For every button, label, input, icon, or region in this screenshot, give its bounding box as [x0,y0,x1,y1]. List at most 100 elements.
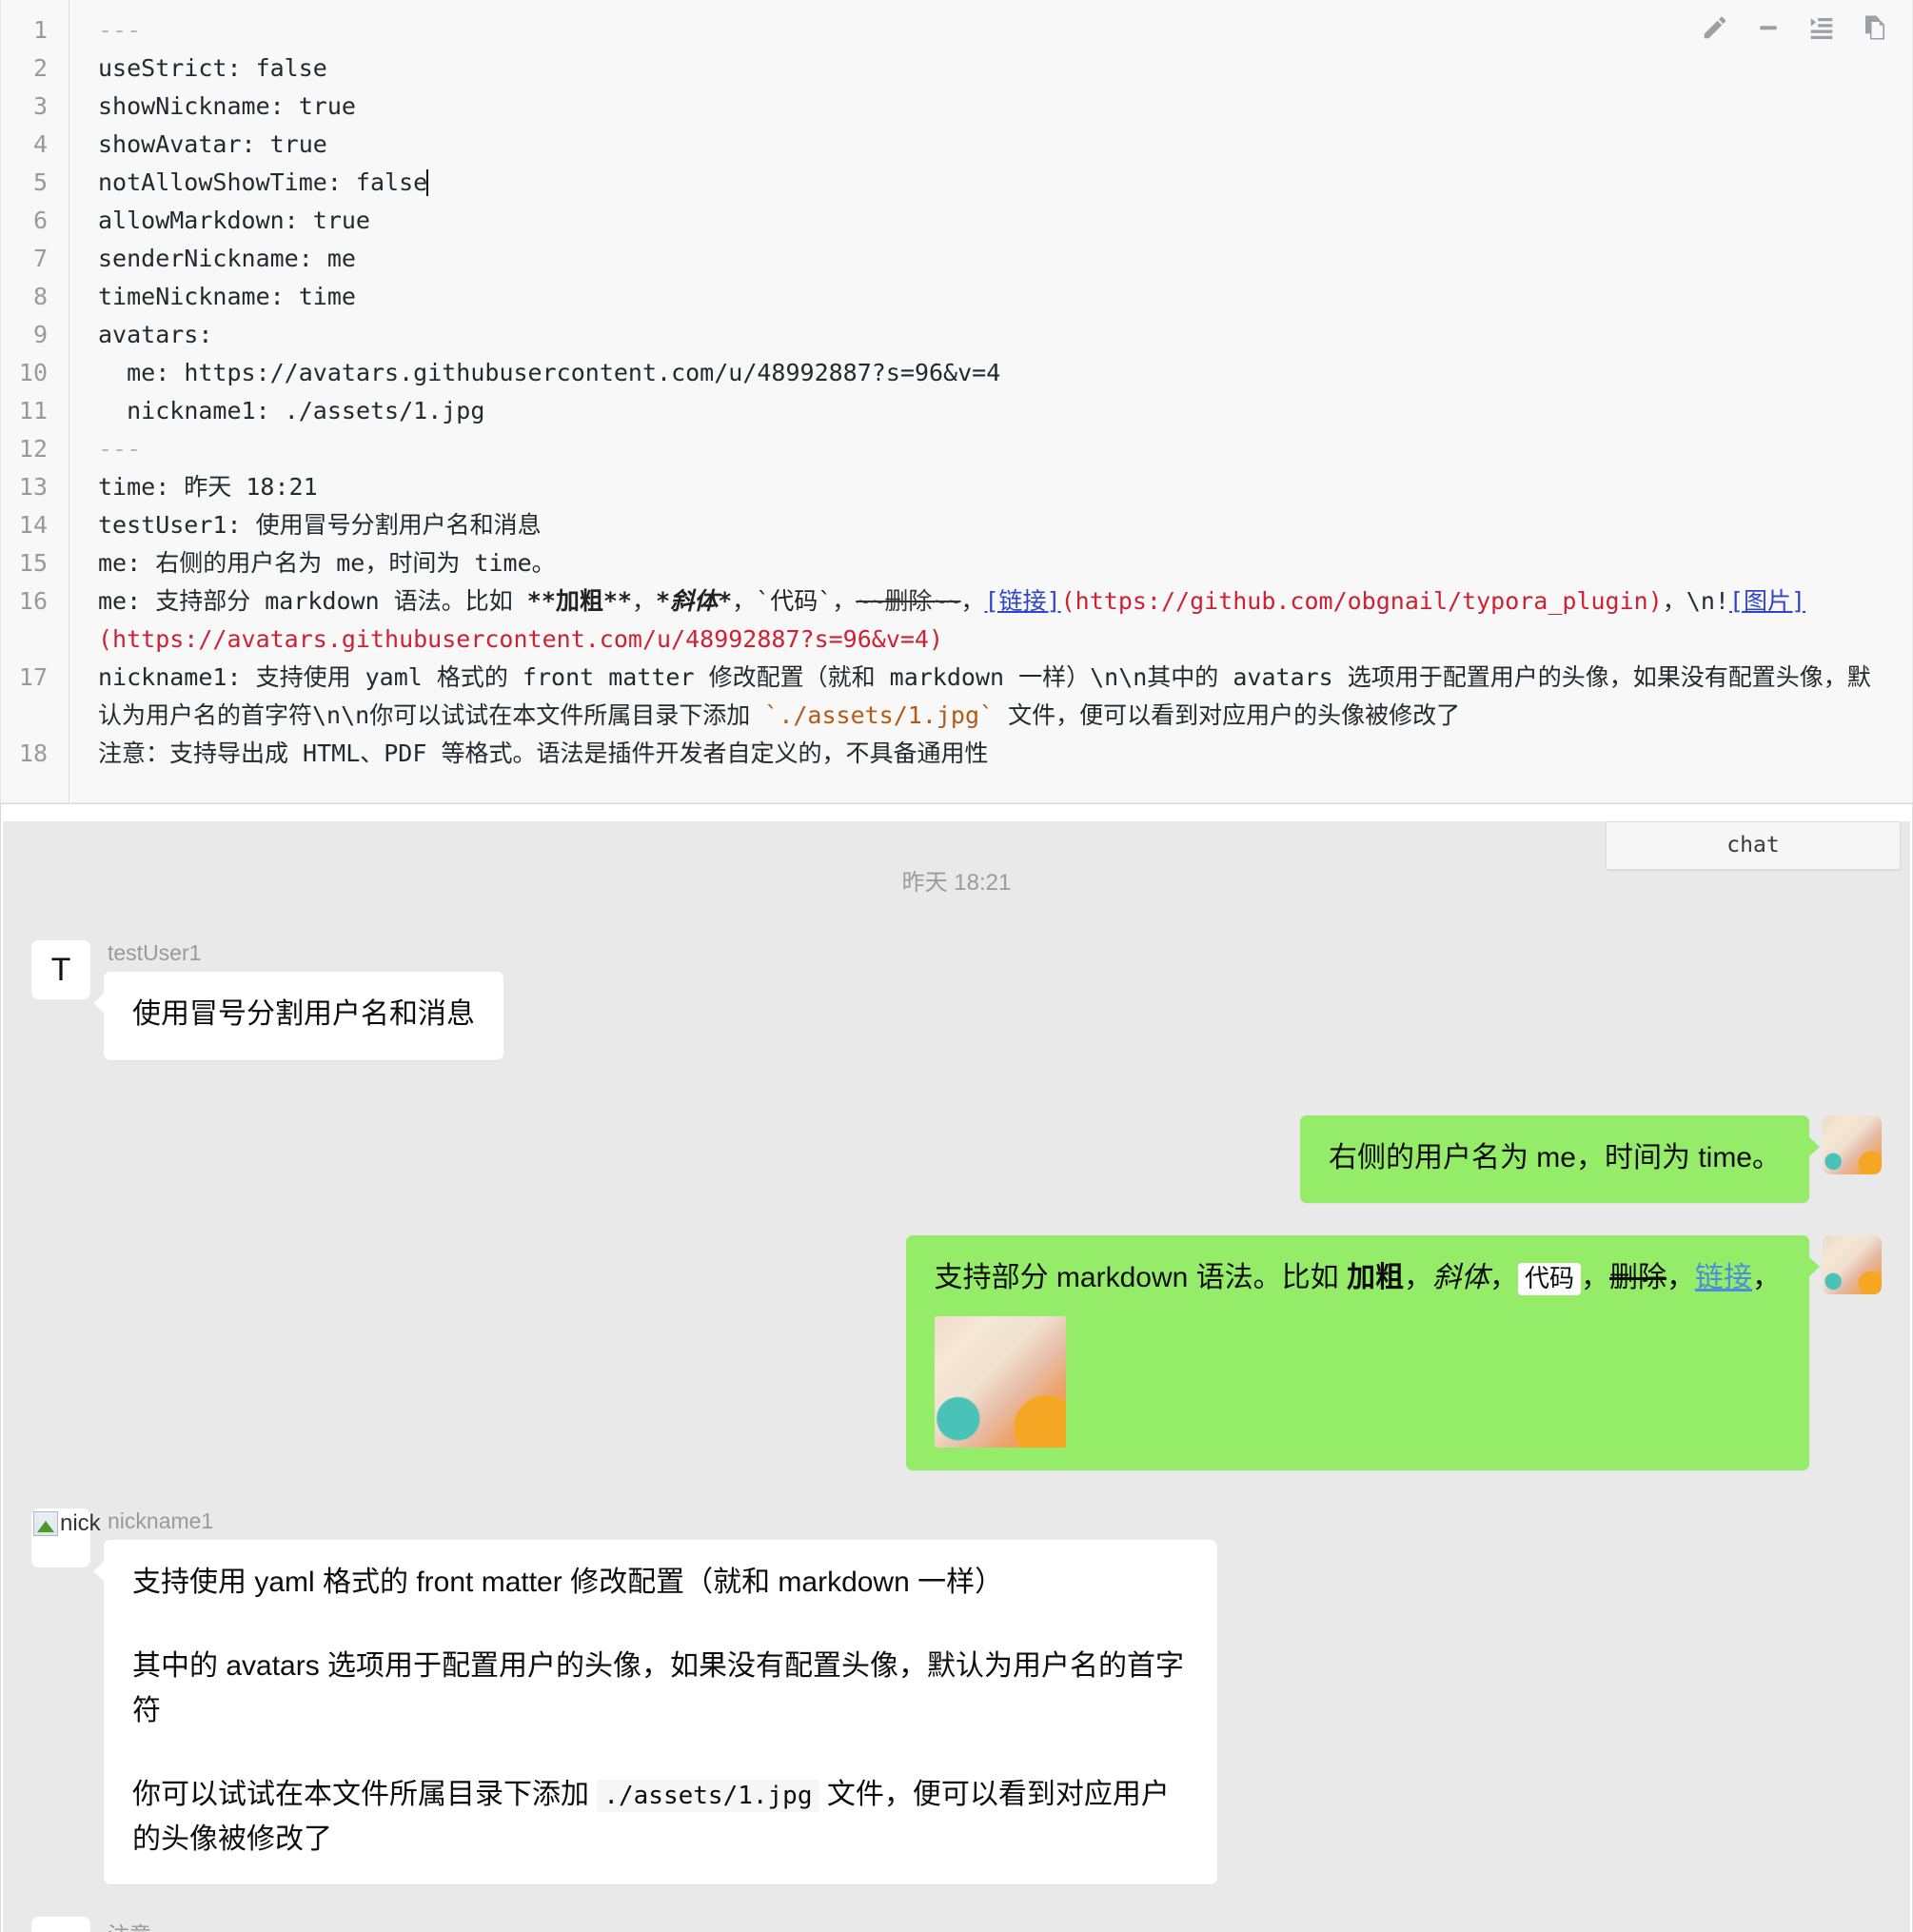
md-sep: ， [732,587,757,615]
line-content[interactable]: time: 昨天 18:21 [69,468,1912,506]
preview-tab-bar[interactable]: chat [1606,821,1901,870]
inline-code: ./assets/1.jpg [597,1780,819,1812]
md-link-text-token[interactable]: [链接] [985,587,1061,615]
avatar[interactable] [1823,1114,1882,1174]
md-italic-token: *斜体* [656,587,733,615]
code-line: 9 avatars: [1,316,1912,354]
avatar[interactable]: T [31,940,90,999]
line-number: 10 [18,359,48,386]
line-content[interactable]: useStrict: false [69,49,1912,88]
line-number: 16 [18,587,48,615]
code-line: 2 useStrict: false [1,49,1912,88]
md-sep: ， [960,587,985,615]
code-line: 13 time: 昨天 18:21 [1,468,1912,506]
inline-code: 代码 [1517,1263,1581,1295]
tab-chat[interactable]: chat [1606,821,1901,870]
code-line: 7 senderNickname: me [1,240,1912,278]
line-number: 12 [18,435,48,463]
chat-message: 右侧的用户名为 me，时间为 time。 [31,1114,1882,1203]
line-number: 8 [32,283,48,310]
line-content[interactable]: --- [69,430,1912,468]
line-number: 18 [18,739,48,767]
avatar[interactable] [1823,1235,1882,1294]
line-content[interactable]: --- [69,11,1912,49]
line-number: 14 [18,511,48,539]
line-content[interactable]: nickname1: ./assets/1.jpg [69,392,1912,430]
hyperlink[interactable]: 链接 [1695,1262,1752,1293]
line-content[interactable]: 注意：支持导出成 HTML、PDF 等格式。语法是插件开发者自定义的，不具备通用… [69,735,1912,773]
chat-message: 支持部分 markdown 语法。比如 加粗，斜体， 代码 ，删除，链接， [31,1235,1882,1470]
chat-timestamp: 昨天 18:21 [901,870,1012,896]
line-number: 1 [32,16,48,44]
md-prefix: me: 支持部分 markdown 语法。比如 [98,587,527,615]
line-content[interactable]: nickname1: 支持使用 yaml 格式的 front matter 修改… [69,659,1912,735]
message-bubble[interactable]: 使用冒号分割用户名和消息 [93,972,503,1060]
bubble-text: 支持部分 markdown 语法。比如 [934,1262,1347,1293]
code-line: 14 testUser1: 使用冒号分割用户名和消息 [1,506,1912,544]
separator: ， [1666,1262,1695,1293]
message-nickname: nickname1 [108,1508,214,1533]
bubble-paragraph: 其中的 avatars 选项用于配置用户的头像，如果没有配置头像，默认为用户名的… [132,1650,1185,1726]
italic-text: 斜体 [1431,1262,1489,1293]
message-body: 右侧的用户名为 me，时间为 time。 [1299,1114,1823,1203]
code-line: 1 --- [1,11,1912,49]
line-content[interactable]: showAvatar: true [69,126,1912,164]
message-nickname: 注意 [108,1917,1139,1932]
md-path-token: `./assets/1.jpg` [764,701,995,729]
message-bubble[interactable]: 右侧的用户名为 me，时间为 time。 [1299,1114,1821,1203]
separator: ， [1581,1262,1609,1293]
line-content[interactable]: notAllowShowTime: false [69,164,1912,202]
line-number: 2 [32,54,48,82]
line-content[interactable]: allowMarkdown: true [69,202,1912,240]
message-body: nickname1 支持使用 yaml 格式的 front matter 修改配… [90,1508,1217,1884]
separator: ， [1403,1262,1432,1293]
line-number: 7 [32,245,48,272]
chat-message: nick nickname1 支持使用 yaml 格式的 front matte… [31,1508,1882,1884]
line-number: 4 [32,130,48,158]
code-line: 12 --- [1,430,1912,468]
chat-preview-inner: chat 昨天 18:21 T testUser1 使用冒号分割用户名和消息 右… [3,821,1910,1932]
md-bold-token: **加粗** [526,587,632,615]
md-link-url-token: (https://github.com/obgnail/typora_plugi… [1060,587,1663,615]
avatar[interactable]: nick [31,1508,101,1567]
line-content[interactable]: testUser1: 使用冒号分割用户名和消息 [69,506,1912,544]
copy-icon[interactable] [1861,13,1889,42]
line-content[interactable]: me: 右侧的用户名为 me，时间为 time。 [69,544,1912,582]
avatar[interactable]: 注 [31,1917,90,1932]
code-line: 17 nickname1: 支持使用 yaml 格式的 front matter… [1,659,1912,735]
line-number: 13 [18,473,48,501]
code-block-toolbar[interactable] [1701,13,1889,42]
paragraph-text: 你可以试试在本文件所属目录下添加 [132,1779,598,1810]
message-bubble[interactable]: 支持部分 markdown 语法。比如 加粗，斜体， 代码 ，删除，链接， [905,1235,1821,1470]
broken-image-placeholder: nick [31,1508,101,1537]
line-content[interactable]: senderNickname: me [69,240,1912,278]
line-number: 11 [18,397,48,424]
code-lines-container[interactable]: 1 --- 2 useStrict: false 3 showNickname: tr… [1,0,1912,773]
message-body: 支持部分 markdown 语法。比如 加粗，斜体， 代码 ，删除，链接， [905,1235,1823,1470]
line-content[interactable]: showNickname: true [69,88,1912,126]
separator: ， [1752,1262,1781,1293]
line-content[interactable]: me: https://avatars.githubusercontent.co… [69,354,1912,392]
embedded-image[interactable] [934,1315,1066,1448]
line-content[interactable]: me: 支持部分 markdown 语法。比如 **加粗**，*斜体*，`代码`… [69,582,1912,659]
md-strikethrough-token: ~~删除~~ [856,587,961,615]
line-content[interactable]: avatars: [69,316,1912,354]
code-line: 18 注意：支持导出成 HTML、PDF 等格式。语法是插件开发者自定义的，不具备… [1,735,1912,773]
chat-message-list[interactable]: 昨天 18:21 T testUser1 使用冒号分割用户名和消息 右侧的用户名… [3,821,1910,1932]
chat-message: T testUser1 使用冒号分割用户名和消息 [31,940,1882,1060]
indent-list-icon[interactable] [1807,13,1836,42]
line-number: 5 [32,168,48,196]
md-image-text-token[interactable]: [图片] [1729,587,1805,615]
yaml-code-editor-pane[interactable]: 1 --- 2 useStrict: false 3 showNickname: tr… [0,0,1913,803]
edit-icon[interactable] [1701,13,1729,42]
yaml-value: ./assets/1.jpg [284,397,485,424]
code-line: 16 me: 支持部分 markdown 语法。比如 **加粗**，*斜体*，`… [1,582,1912,659]
line-text: notAllowShowTime: false [98,168,428,196]
collapse-icon[interactable] [1754,13,1783,42]
broken-image-icon [33,1510,58,1536]
line-content[interactable]: timeNickname: time [69,278,1912,316]
message-bubble[interactable]: 支持使用 yaml 格式的 front matter 修改配置（就和 markd… [93,1539,1217,1884]
code-line: 5 notAllowShowTime: false [1,164,1912,202]
yaml-key: nickname1: [98,397,285,424]
code-line: 4 showAvatar: true [1,126,1912,164]
